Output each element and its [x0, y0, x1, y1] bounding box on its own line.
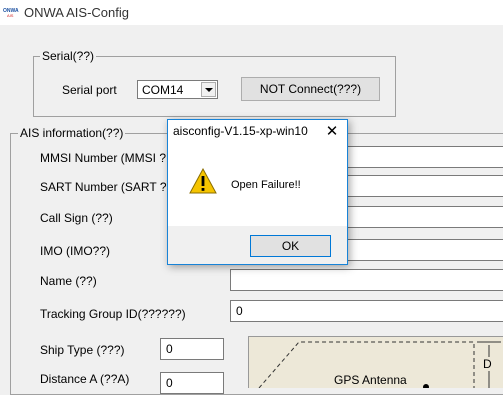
- call-sign-label: Call Sign (??): [40, 211, 113, 225]
- tracking-group-input[interactable]: 0: [230, 300, 503, 322]
- name-input[interactable]: [230, 269, 503, 291]
- dialog-title: aisconfig-V1.15-xp-win10: [173, 124, 308, 138]
- ship-type-input[interactable]: 0: [160, 338, 224, 360]
- imo-label: IMO (IMO??): [40, 244, 111, 258]
- imo-input[interactable]: [346, 239, 503, 261]
- serial-group-label: Serial(??): [40, 49, 97, 63]
- title-bar: ONWA AIS ONWA AIS-Config: [0, 0, 503, 25]
- ship-type-value: 0: [166, 342, 173, 356]
- dialog-body: Open Failure!!: [168, 143, 347, 226]
- dialog-message: Open Failure!!: [231, 179, 301, 191]
- serial-port-label: Serial port: [62, 83, 117, 97]
- dialog-footer: OK: [168, 226, 347, 264]
- ship-diagram: GPS Antenna D: [248, 336, 503, 388]
- serial-port-select[interactable]: COM14: [137, 80, 218, 99]
- connect-button-label: NOT Connect(???): [259, 82, 362, 96]
- gps-antenna-label: GPS Antenna: [334, 373, 407, 387]
- ship-type-label: Ship Type (???): [40, 343, 125, 357]
- mmsi-input[interactable]: [346, 146, 503, 168]
- tracking-group-label: Tracking Group ID(??????): [40, 307, 186, 321]
- distance-a-label: Distance A (??A): [40, 372, 130, 386]
- serial-port-value: COM14: [142, 83, 184, 97]
- call-sign-input[interactable]: [346, 206, 503, 228]
- app-logo-icon: ONWA AIS: [3, 8, 19, 18]
- tracking-group-value: 0: [236, 304, 243, 318]
- sart-input[interactable]: [346, 175, 503, 197]
- window-title: ONWA AIS-Config: [24, 5, 129, 20]
- connect-button[interactable]: NOT Connect(???): [241, 77, 380, 101]
- chevron-down-icon[interactable]: [201, 82, 216, 97]
- close-icon[interactable]: ✕: [317, 120, 347, 143]
- ok-button-label: OK: [281, 239, 300, 253]
- error-dialog: aisconfig-V1.15-xp-win10 ✕ Open Failure!…: [167, 119, 348, 265]
- ais-info-group-label: AIS information(??): [18, 126, 126, 140]
- distance-a-value: 0: [166, 376, 173, 390]
- dimension-d-label: D: [482, 357, 493, 371]
- name-label: Name (??): [40, 274, 97, 288]
- distance-a-input[interactable]: 0: [160, 372, 224, 394]
- ok-button[interactable]: OK: [250, 235, 331, 257]
- dialog-title-bar[interactable]: aisconfig-V1.15-xp-win10 ✕: [168, 120, 347, 143]
- warning-icon: [189, 168, 217, 194]
- sart-label: SART Number (SART ?: [40, 180, 167, 194]
- svg-text:AIS: AIS: [7, 13, 14, 18]
- mmsi-label: MMSI Number (MMSI ?: [40, 151, 167, 165]
